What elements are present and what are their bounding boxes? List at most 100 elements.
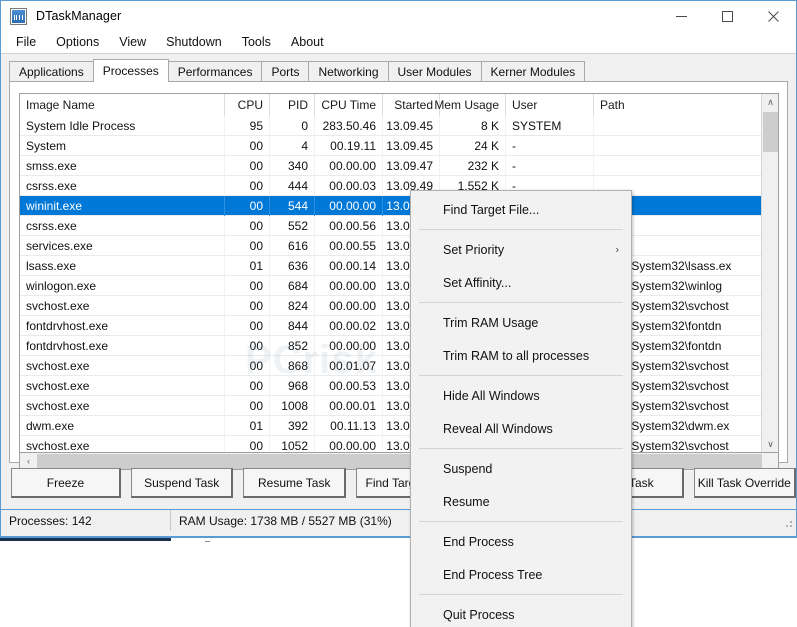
menu-shutdown[interactable]: Shutdown: [156, 32, 232, 52]
menu-separator: [419, 302, 623, 303]
table-row[interactable]: dwm.exe0139200.11.1313.09.50dows\System3…: [20, 415, 778, 436]
context-menu-item-label: Suspend: [443, 461, 493, 476]
context-menu-item-set-priority[interactable]: Set Priority ›: [411, 233, 631, 266]
cell-pid: 444: [270, 175, 315, 196]
cell-time: 00.00.56: [315, 215, 383, 236]
cell-pid: 392: [270, 415, 315, 436]
column-header-user[interactable]: User: [506, 94, 594, 116]
cell-name: csrss.exe: [20, 215, 225, 236]
cell-name: wininit.exe: [20, 195, 225, 216]
context-menu-item-hide-all-windows[interactable]: Hide All Windows: [411, 379, 631, 412]
column-header-cpu[interactable]: CPU: [225, 94, 270, 116]
column-header-mem[interactable]: Mem Usage: [434, 94, 506, 116]
table-row[interactable]: csrss.exe0055200.00.5613.09.50: [20, 215, 778, 236]
cell-time: 00.01.07: [315, 355, 383, 376]
cell-name: svchost.exe: [20, 435, 225, 452]
menu-separator: [419, 594, 623, 595]
cell-name: svchost.exe: [20, 375, 225, 396]
status-bar-bottom-edge: [1, 531, 796, 537]
cell-cpu: 00: [225, 315, 270, 336]
button-kill-task-override[interactable]: Kill Task Override: [693, 468, 796, 498]
minimize-button[interactable]: [658, 1, 704, 32]
dtaskmanager-window: DTaskManager File Options View Shutdown Tool…: [0, 0, 797, 538]
scroll-left-arrow[interactable]: ‹: [20, 454, 37, 469]
vertical-scroll-thumb[interactable]: [763, 112, 778, 152]
column-header-pid[interactable]: PID: [270, 94, 315, 116]
cell-cpu: 95: [225, 116, 270, 136]
tab-applications[interactable]: Applications: [9, 61, 94, 82]
cell-cpu: 00: [225, 235, 270, 256]
context-menu-item-end-process-tree[interactable]: End Process Tree: [411, 558, 631, 591]
context-menu-item-end-process[interactable]: End Process: [411, 525, 631, 558]
tab-ports[interactable]: Ports: [261, 61, 310, 82]
button-suspend-task[interactable]: Suspend Task: [130, 468, 234, 498]
context-menu-item-resume[interactable]: Resume: [411, 485, 631, 518]
context-menu-item-trim-ram-usage[interactable]: Trim RAM Usage: [411, 306, 631, 339]
column-header-start[interactable]: Started: [383, 94, 440, 116]
process-list[interactable]: Image Name CPU PID CPU Time Started Mem Usage…: [19, 93, 779, 453]
button-resume-task[interactable]: Resume Task: [243, 468, 346, 498]
tab-networking[interactable]: Networking: [308, 61, 389, 82]
cell-pid: 0: [270, 116, 315, 136]
vertical-scrollbar[interactable]: ∧ ∨: [761, 94, 778, 452]
resize-grip-icon[interactable]: [782, 517, 794, 529]
menu-about[interactable]: About: [281, 32, 334, 52]
context-menu-item-label: Hide All Windows: [443, 388, 540, 403]
table-row[interactable]: svchost.exe00105200.00.0013.09.51dows\Sy…: [20, 435, 778, 452]
context-menu-item-trim-ram-to-all-processes[interactable]: Trim RAM to all processes: [411, 339, 631, 372]
cell-name: lsass.exe: [20, 255, 225, 276]
table-row[interactable]: wininit.exe0054400.00.0013.09.50: [20, 195, 778, 216]
context-menu-item-label: Set Affinity...: [443, 275, 512, 290]
column-header-path[interactable]: Path: [594, 94, 763, 116]
menu-view[interactable]: View: [109, 32, 156, 52]
table-row[interactable]: csrss.exe 00 444 00.00.03 13.09.49 1,552 K-: [20, 175, 778, 196]
table-row[interactable]: winlogon.exe0068400.00.0013.09.50dows\Sy…: [20, 275, 778, 296]
menu-file[interactable]: File: [6, 32, 46, 52]
context-menu-item-find-target-file[interactable]: Find Target File...: [411, 193, 631, 226]
maximize-button[interactable]: [704, 1, 750, 32]
context-menu-item-quit-process[interactable]: Quit Process: [411, 598, 631, 627]
tab-processes[interactable]: Processes: [92, 59, 169, 82]
cell-pid: 684: [270, 275, 315, 296]
process-context-menu[interactable]: Find Target File... Set Priority › Set Affi…: [410, 190, 632, 627]
context-menu-item-set-affinity[interactable]: Set Affinity...: [411, 266, 631, 299]
table-row[interactable]: svchost.exe0096800.00.5313.09.50dows\Sys…: [20, 375, 778, 396]
table-row[interactable]: smss.exe 00 340 00.00.00 13.09.47 232 K-: [20, 155, 778, 176]
cell-cpu: 01: [225, 415, 270, 436]
tab-user-modules[interactable]: User Modules: [387, 61, 482, 82]
cell-pid: 968: [270, 375, 315, 396]
table-row[interactable]: System 00 4 00.19.11 13.09.45 24 K-: [20, 135, 778, 156]
context-menu-item-label: Reveal All Windows: [443, 421, 553, 436]
status-ram-usage: RAM Usage: 1738 MB / 5527 MB (31%): [171, 509, 426, 532]
cell-time: 00.00.00: [315, 275, 383, 296]
table-row[interactable]: svchost.exe0082400.00.0013.09.50dows\Sys…: [20, 295, 778, 316]
chevron-right-icon: ›: [615, 244, 619, 255]
status-processes: Processes: 142: [1, 509, 171, 532]
tab-kerner-modules[interactable]: Kerner Modules: [480, 61, 586, 82]
menu-separator: [419, 448, 623, 449]
menu-tools[interactable]: Tools: [232, 32, 281, 52]
scroll-up-arrow[interactable]: ∧: [762, 94, 778, 111]
tab-performances[interactable]: Performances: [167, 61, 263, 82]
context-menu-item-suspend[interactable]: Suspend: [411, 452, 631, 485]
column-header-time[interactable]: CPU Time: [315, 94, 383, 116]
table-row[interactable]: lsass.exe0163600.00.1413.09.50dows\Syste…: [20, 255, 778, 276]
context-menu-item-label: End Process: [443, 534, 514, 549]
scroll-down-arrow[interactable]: ∨: [762, 436, 778, 452]
table-row[interactable]: fontdrvhost.exe0085200.00.0013.09.50dows…: [20, 335, 778, 356]
window-left-edge: [0, 0, 1, 537]
horizontal-scroll-thumb[interactable]: [37, 454, 762, 469]
column-header-name[interactable]: Image Name: [20, 94, 225, 116]
close-button[interactable]: [750, 1, 796, 32]
table-row[interactable]: svchost.exe0086800.01.0713.09.50dows\Sys…: [20, 355, 778, 376]
table-row[interactable]: fontdrvhost.exe0084400.00.0213.09.50dows…: [20, 315, 778, 336]
table-row[interactable]: services.exe0061600.00.5513.09.50: [20, 235, 778, 256]
context-menu-item-reveal-all-windows[interactable]: Reveal All Windows: [411, 412, 631, 445]
cell-cpu: 00: [225, 155, 270, 176]
table-row[interactable]: System Idle Process 95 0 283.50.46 13.09.45 8…: [20, 116, 778, 136]
button-freeze[interactable]: Freeze: [11, 468, 121, 498]
menu-options[interactable]: Options: [46, 32, 109, 52]
cell-cpu: 00: [225, 435, 270, 452]
table-row[interactable]: svchost.exe00100800.00.0113.09.50dows\Sy…: [20, 395, 778, 416]
context-menu-item-label: Trim RAM to all processes: [443, 348, 590, 363]
